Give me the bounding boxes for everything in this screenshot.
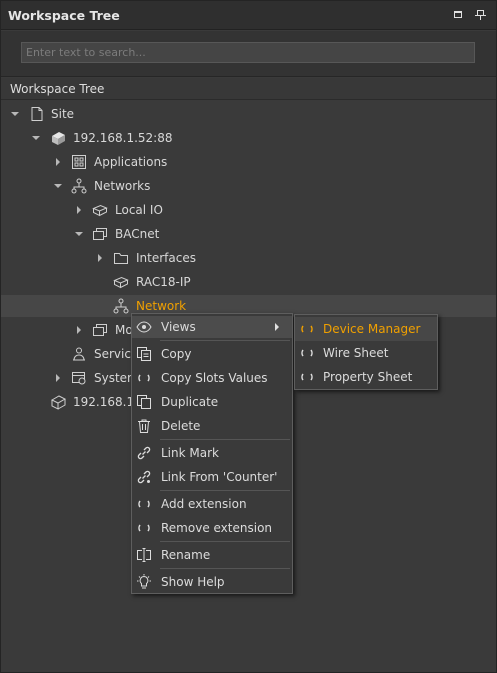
- device-icon: [92, 202, 108, 218]
- tree-node-label: Interfaces: [136, 251, 196, 265]
- applications-icon: [71, 154, 87, 170]
- tree-node-label: Networks: [94, 179, 151, 193]
- eye-icon: [136, 319, 152, 335]
- trash-icon: [136, 418, 152, 434]
- networks-icon: [71, 178, 87, 194]
- tree-node-applications[interactable]: Applications: [1, 151, 496, 173]
- expand-arrow-icon[interactable]: [75, 326, 83, 334]
- submenu-item-device-manager[interactable]: Device Manager: [295, 317, 437, 341]
- action-icon: [136, 370, 152, 386]
- tree-node-label: 192.168.1.: [73, 395, 138, 409]
- menu-item-link-from-counter[interactable]: Link From 'Counter': [132, 466, 292, 488]
- context-menu: Views Copy Copy Slots Values Duplicate D…: [131, 313, 293, 594]
- tree-node-rac18-ip[interactable]: RAC18-IP: [1, 271, 496, 293]
- search-input[interactable]: [21, 42, 475, 63]
- services-icon: [71, 346, 87, 362]
- action-icon: [136, 520, 152, 536]
- panel-title: Workspace Tree: [8, 8, 120, 23]
- tree-node-networks[interactable]: Networks: [1, 175, 496, 197]
- menu-item-label: Delete: [161, 419, 201, 433]
- panel-titlebar: Workspace Tree: [1, 1, 496, 30]
- submenu-item-label: Device Manager: [323, 322, 421, 336]
- menu-item-label: Link From 'Counter': [161, 470, 278, 484]
- menu-item-copy-slots-values[interactable]: Copy Slots Values: [132, 367, 292, 389]
- station-icon: [50, 130, 66, 146]
- system-icon: [71, 370, 87, 386]
- menu-item-add-extension[interactable]: Add extension: [132, 493, 292, 515]
- station-icon: [50, 394, 66, 410]
- menu-item-remove-extension[interactable]: Remove extension: [132, 517, 292, 539]
- menu-divider: [160, 568, 290, 569]
- menu-item-label: Rename: [161, 548, 211, 562]
- file-icon: [29, 106, 45, 122]
- action-icon: [299, 369, 315, 385]
- menu-item-rename[interactable]: Rename: [132, 544, 292, 566]
- menu-item-label: Add extension: [161, 497, 247, 511]
- folder-icon: [113, 250, 129, 266]
- menu-item-label: Copy Slots Values: [161, 371, 268, 385]
- menu-item-label: Show Help: [161, 575, 225, 589]
- tree-node-local-io[interactable]: Local IO: [1, 199, 496, 221]
- action-icon: [299, 345, 315, 361]
- menu-item-label: Duplicate: [161, 395, 219, 409]
- menu-item-link-mark[interactable]: Link Mark: [132, 442, 292, 464]
- tree-node-label: 192.168.1.52:88: [73, 131, 173, 145]
- menu-item-label: Copy: [161, 347, 192, 361]
- menu-item-views[interactable]: Views: [132, 316, 292, 338]
- network-icon: [113, 298, 129, 314]
- tree-node-label: Network: [136, 299, 187, 313]
- submenu-item-wire-sheet[interactable]: Wire Sheet: [295, 341, 437, 365]
- menu-item-delete[interactable]: Delete: [132, 415, 292, 437]
- link-icon: [136, 445, 152, 461]
- restore-window-icon[interactable]: [452, 9, 464, 21]
- help-bulb-icon: [136, 574, 152, 590]
- pin-icon[interactable]: [475, 9, 487, 21]
- submenu-item-label: Property Sheet: [323, 370, 413, 384]
- expand-arrow-icon[interactable]: [75, 206, 83, 214]
- tree-node-bacnet[interactable]: BACnet: [1, 223, 496, 245]
- network-folder-icon: [92, 226, 108, 242]
- expand-arrow-icon[interactable]: [54, 182, 62, 190]
- menu-item-show-help[interactable]: Show Help: [132, 571, 292, 593]
- duplicate-icon: [136, 394, 152, 410]
- expand-arrow-icon[interactable]: [11, 110, 19, 118]
- menu-divider: [160, 439, 290, 440]
- tree-node-station[interactable]: 192.168.1.52:88: [1, 127, 496, 149]
- views-submenu: Device Manager Wire Sheet Property Sheet: [294, 314, 438, 390]
- menu-item-label: Views: [161, 320, 196, 334]
- rename-icon: [136, 547, 152, 563]
- menu-item-copy[interactable]: Copy: [132, 343, 292, 365]
- network-folder-icon: [92, 322, 108, 338]
- menu-divider: [160, 541, 290, 542]
- link-from-icon: [136, 469, 152, 485]
- tree-node-label: Applications: [94, 155, 168, 169]
- search-bar: [1, 31, 496, 77]
- tree-node-label: RAC18-IP: [136, 275, 191, 289]
- menu-divider: [160, 490, 290, 491]
- submenu-item-property-sheet[interactable]: Property Sheet: [295, 365, 437, 389]
- submenu-arrow-icon: [275, 323, 279, 331]
- tree-node-label: BACnet: [115, 227, 160, 241]
- expand-arrow-icon[interactable]: [32, 134, 40, 142]
- menu-item-label: Remove extension: [161, 521, 273, 535]
- tree-header: Workspace Tree: [1, 78, 496, 100]
- tree-node-label: Local IO: [115, 203, 163, 217]
- tree-node-interfaces[interactable]: Interfaces: [1, 247, 496, 269]
- tree-node-site[interactable]: Site: [1, 103, 496, 125]
- tree-node-label: Site: [51, 107, 75, 121]
- submenu-item-label: Wire Sheet: [323, 346, 389, 360]
- action-icon: [299, 321, 315, 337]
- expand-arrow-icon[interactable]: [54, 374, 62, 382]
- menu-divider: [160, 340, 290, 341]
- tree-header-label: Workspace Tree: [10, 82, 105, 96]
- menu-item-duplicate[interactable]: Duplicate: [132, 391, 292, 413]
- device-icon: [113, 274, 129, 290]
- copy-icon: [136, 346, 152, 362]
- expand-arrow-icon[interactable]: [75, 230, 83, 238]
- expand-arrow-icon[interactable]: [96, 254, 104, 262]
- action-icon: [136, 496, 152, 512]
- expand-arrow-icon[interactable]: [54, 158, 62, 166]
- menu-item-label: Link Mark: [161, 446, 219, 460]
